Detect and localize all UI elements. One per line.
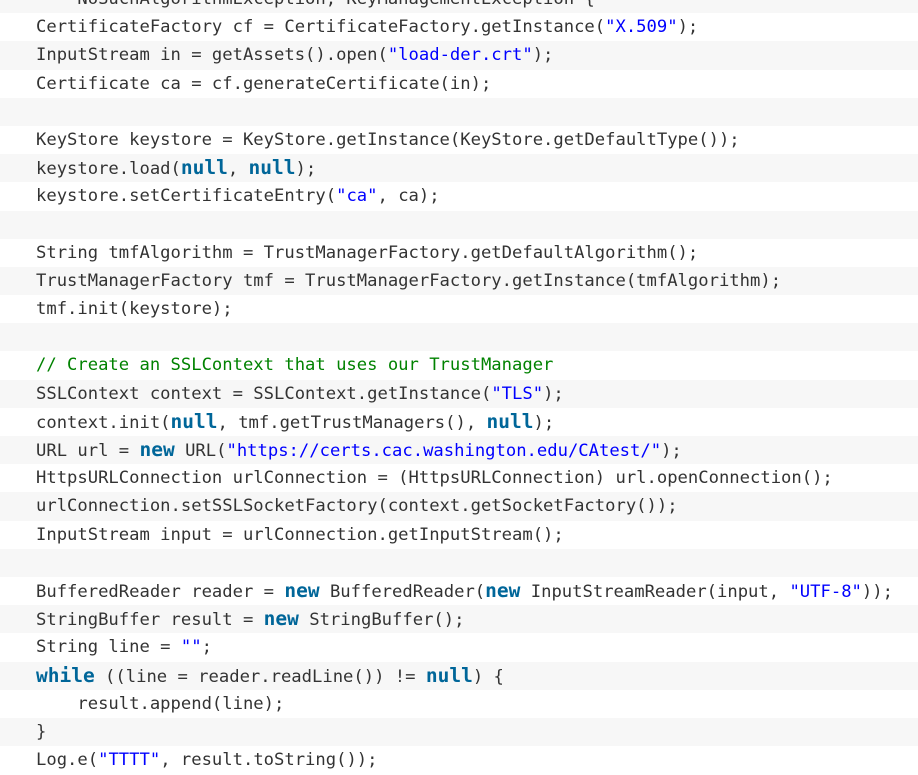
code-text: result.append(line); bbox=[36, 693, 285, 714]
code-text: URL url = bbox=[36, 441, 140, 461]
code-line bbox=[0, 548, 918, 577]
code-line: while ((line = reader.readLine()) != nul… bbox=[0, 661, 918, 690]
code-text: , result.toString()); bbox=[160, 750, 378, 771]
string-literal: "TTTT" bbox=[98, 750, 161, 771]
code-text: String line = bbox=[36, 637, 181, 658]
code-line: Log.e("TTTT", result.toString()); bbox=[0, 746, 918, 775]
code-text: StringBuffer(); bbox=[298, 610, 465, 631]
code-line: KeyStore keystore = KeyStore.getInstance… bbox=[0, 125, 918, 155]
code-line: String tmfAlgorithm = TrustManagerFactor… bbox=[0, 238, 918, 267]
code-line: result.append(line); bbox=[0, 689, 918, 718]
code-line: CertificateFactory cf = CertificateFacto… bbox=[0, 13, 918, 42]
code-text: , bbox=[227, 159, 249, 180]
code-text: InputStream input = urlConnection.getInp… bbox=[36, 524, 564, 545]
code-lines: NoSuchAlgorithmException, KeyManagementE… bbox=[0, 0, 918, 775]
code-text: ); bbox=[677, 17, 699, 38]
code-text: ) { bbox=[472, 666, 504, 687]
code-text: ); bbox=[532, 45, 554, 66]
code-line bbox=[0, 210, 918, 239]
code-text: InputStream in = getAssets().open( bbox=[36, 45, 388, 66]
code-line: SSLContext context = SSLContext.getInsta… bbox=[0, 379, 918, 408]
string-literal: "X.509" bbox=[605, 17, 678, 38]
code-text: ); bbox=[543, 383, 564, 404]
keyword: null bbox=[425, 663, 473, 687]
code-text: BufferedReader reader = bbox=[36, 581, 285, 602]
code-line: keystore.load(null, null); bbox=[0, 154, 918, 183]
keyword: new bbox=[263, 607, 299, 631]
keyword: null bbox=[486, 409, 534, 433]
code-text: NoSuchAlgorithmException, KeyManagementE… bbox=[36, 0, 594, 9]
code-text: , tmf.getTrustManagers(), bbox=[217, 412, 487, 433]
code-text: BufferedReader( bbox=[319, 581, 486, 602]
code-text: CertificateFactory cf = CertificateFacto… bbox=[36, 17, 606, 38]
keyword: new bbox=[139, 438, 175, 461]
code-line: InputStream in = getAssets().open("load-… bbox=[0, 41, 918, 70]
code-line: // Create an SSLContext that uses our Tr… bbox=[0, 351, 918, 380]
code-text: )); bbox=[861, 581, 893, 602]
keyword: new bbox=[485, 578, 521, 602]
code-text: InputStreamReader(input, bbox=[520, 581, 790, 602]
string-literal: "UTF-8" bbox=[789, 581, 862, 602]
code-line: StringBuffer result = new StringBuffer()… bbox=[0, 605, 918, 634]
code-text: context.init( bbox=[36, 412, 171, 433]
code-line: BufferedReader reader = new BufferedRead… bbox=[0, 576, 918, 606]
code-line: InputStream input = urlConnection.getInp… bbox=[0, 520, 918, 549]
code-text: , ca); bbox=[377, 186, 440, 207]
code-text: ; bbox=[201, 637, 212, 658]
string-literal: "load-der.crt" bbox=[387, 45, 533, 66]
code-line bbox=[0, 97, 918, 126]
code-line: NoSuchAlgorithmException, KeyManagementE… bbox=[0, 0, 918, 14]
code-text: urlConnection.setSSLSocketFactory(contex… bbox=[36, 496, 678, 517]
keyword: null bbox=[170, 409, 218, 433]
code-text: tmf.init(keystore); bbox=[36, 299, 233, 320]
string-literal: "ca" bbox=[336, 186, 378, 207]
code-line: context.init(null, tmf.getTrustManagers(… bbox=[0, 407, 918, 436]
keyword: new bbox=[284, 578, 320, 602]
code-text: ); bbox=[295, 159, 317, 180]
code-line: String line = ""; bbox=[0, 633, 918, 662]
code-text: String tmfAlgorithm = TrustManagerFactor… bbox=[36, 242, 699, 263]
code-text: keystore.load( bbox=[36, 159, 181, 180]
code-block: NoSuchAlgorithmException, KeyManagementE… bbox=[0, 0, 918, 775]
string-literal: "" bbox=[180, 637, 202, 658]
keyword: while bbox=[36, 663, 95, 687]
keyword: null bbox=[248, 156, 296, 180]
code-line bbox=[0, 323, 918, 352]
code-text: keystore.setCertificateEntry( bbox=[36, 186, 337, 207]
string-literal: "https://certs.cac.washington.edu/CAtest… bbox=[226, 441, 662, 461]
code-text: HttpsURLConnection urlConnection = (Http… bbox=[36, 468, 833, 489]
code-text: StringBuffer result = bbox=[36, 610, 264, 631]
code-text: ); bbox=[661, 441, 682, 461]
code-text: ((line = reader.readLine()) != bbox=[94, 666, 426, 687]
code-text: TrustManagerFactory tmf = TrustManagerFa… bbox=[36, 270, 782, 291]
code-text: Certificate ca = cf.generateCertificate(… bbox=[36, 73, 492, 94]
code-text: SSLContext context = SSLContext.getInsta… bbox=[36, 383, 492, 404]
code-line: keystore.setCertificateEntry("ca", ca); bbox=[0, 182, 918, 211]
comment: // Create an SSLContext that uses our Tr… bbox=[36, 355, 554, 376]
code-line: urlConnection.setSSLSocketFactory(contex… bbox=[0, 492, 918, 521]
code-line: TrustManagerFactory tmf = TrustManagerFa… bbox=[0, 266, 918, 296]
code-line: } bbox=[0, 717, 918, 747]
code-text: KeyStore keystore = KeyStore.getInstance… bbox=[36, 129, 740, 150]
code-text: } bbox=[36, 721, 47, 742]
keyword: null bbox=[180, 156, 228, 180]
code-line: Certificate ca = cf.generateCertificate(… bbox=[0, 69, 918, 98]
code-text: URL( bbox=[174, 441, 227, 461]
code-text: ); bbox=[533, 412, 555, 433]
code-line: tmf.init(keystore); bbox=[0, 295, 918, 324]
string-literal: "TLS" bbox=[491, 383, 544, 404]
code-line: URL url = new URL("https://certs.cac.was… bbox=[0, 436, 918, 465]
code-text: Log.e( bbox=[36, 750, 99, 771]
code-line: HttpsURLConnection urlConnection = (Http… bbox=[0, 464, 918, 493]
